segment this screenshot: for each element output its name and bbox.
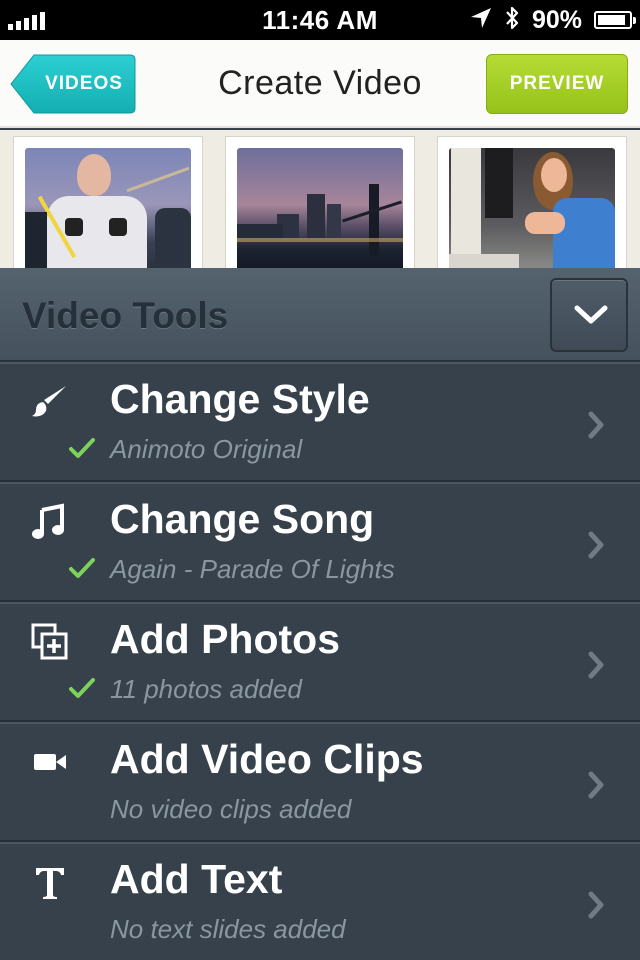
thumbnail-photo-2[interactable] xyxy=(225,136,415,270)
tool-title: Change Style xyxy=(110,376,370,422)
back-button-label: VIDEOS xyxy=(45,73,123,94)
photo-man-bridge xyxy=(25,148,191,270)
tool-subtitle: No video clips added xyxy=(110,794,352,824)
thumbnail-photo-3[interactable] xyxy=(437,136,627,270)
tool-title: Add Photos xyxy=(110,616,341,662)
collapse-tools-button[interactable] xyxy=(550,278,628,352)
photo-city-skyline xyxy=(237,148,403,270)
tool-subtitle: 11 photos added xyxy=(110,674,302,704)
tool-row-add-video-clips[interactable]: Add Video Clips No video clips added xyxy=(0,722,640,842)
chevron-right-icon xyxy=(586,410,606,440)
text-icon xyxy=(30,862,70,902)
chevron-right-icon xyxy=(586,530,606,560)
tool-title: Add Text xyxy=(110,856,283,902)
location-arrow-icon xyxy=(470,7,492,34)
tool-row-change-style[interactable]: Change Style Animoto Original xyxy=(0,362,640,482)
tool-subtitle: Again - Parade Of Lights xyxy=(110,554,395,584)
chevron-right-icon xyxy=(586,890,606,920)
page-title: Create Video xyxy=(218,64,422,102)
battery-percent: 90% xyxy=(531,5,582,34)
video-camera-icon xyxy=(30,742,70,782)
video-tools-title: Video Tools xyxy=(22,295,229,336)
add-photos-icon xyxy=(30,622,70,662)
video-tools-header: Video Tools xyxy=(0,268,640,362)
checkmark-icon xyxy=(68,436,96,460)
tool-title: Change Song xyxy=(110,496,375,542)
status-bar: 11:46 AM 90% xyxy=(0,0,640,40)
navigation-bar: VIDEOS Create Video PREVIEW xyxy=(0,40,640,128)
battery-icon xyxy=(594,11,636,29)
tool-subtitle: No text slides added xyxy=(110,914,346,944)
chevron-right-icon xyxy=(586,650,606,680)
tool-row-add-photos[interactable]: Add Photos 11 photos added xyxy=(0,602,640,722)
preview-button[interactable]: PREVIEW xyxy=(486,54,628,114)
checkmark-icon xyxy=(68,556,96,580)
photo-woman-party xyxy=(449,148,615,270)
checkmark-icon xyxy=(68,676,96,700)
chevron-down-icon xyxy=(574,305,608,324)
chevron-right-icon xyxy=(586,770,606,800)
paintbrush-icon xyxy=(30,382,70,422)
thumbnail-strip[interactable] xyxy=(0,130,640,270)
videos-back-button[interactable]: VIDEOS xyxy=(10,54,136,114)
tool-row-change-song[interactable]: Change Song Again - Parade Of Lights xyxy=(0,482,640,602)
music-note-icon xyxy=(30,502,70,542)
status-right: 90% xyxy=(470,5,636,36)
thumbnail-photo-1[interactable] xyxy=(13,136,203,270)
tool-subtitle: Animoto Original xyxy=(110,434,303,464)
tool-row-add-text[interactable]: Add Text No text slides added xyxy=(0,842,640,960)
bluetooth-icon xyxy=(504,5,520,36)
tool-title: Add Video Clips xyxy=(110,736,424,782)
